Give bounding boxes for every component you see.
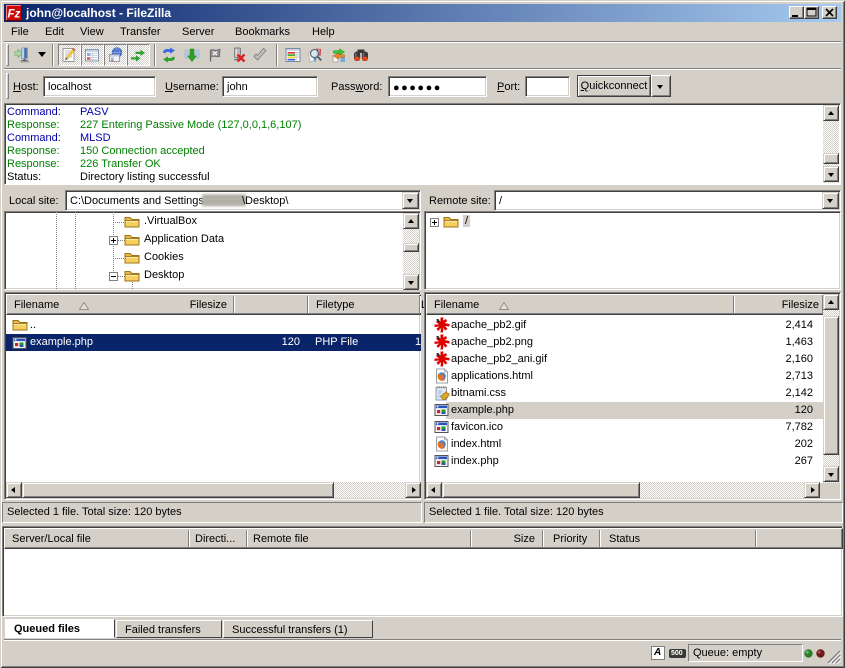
svg-text:Fz: Fz <box>8 9 21 21</box>
